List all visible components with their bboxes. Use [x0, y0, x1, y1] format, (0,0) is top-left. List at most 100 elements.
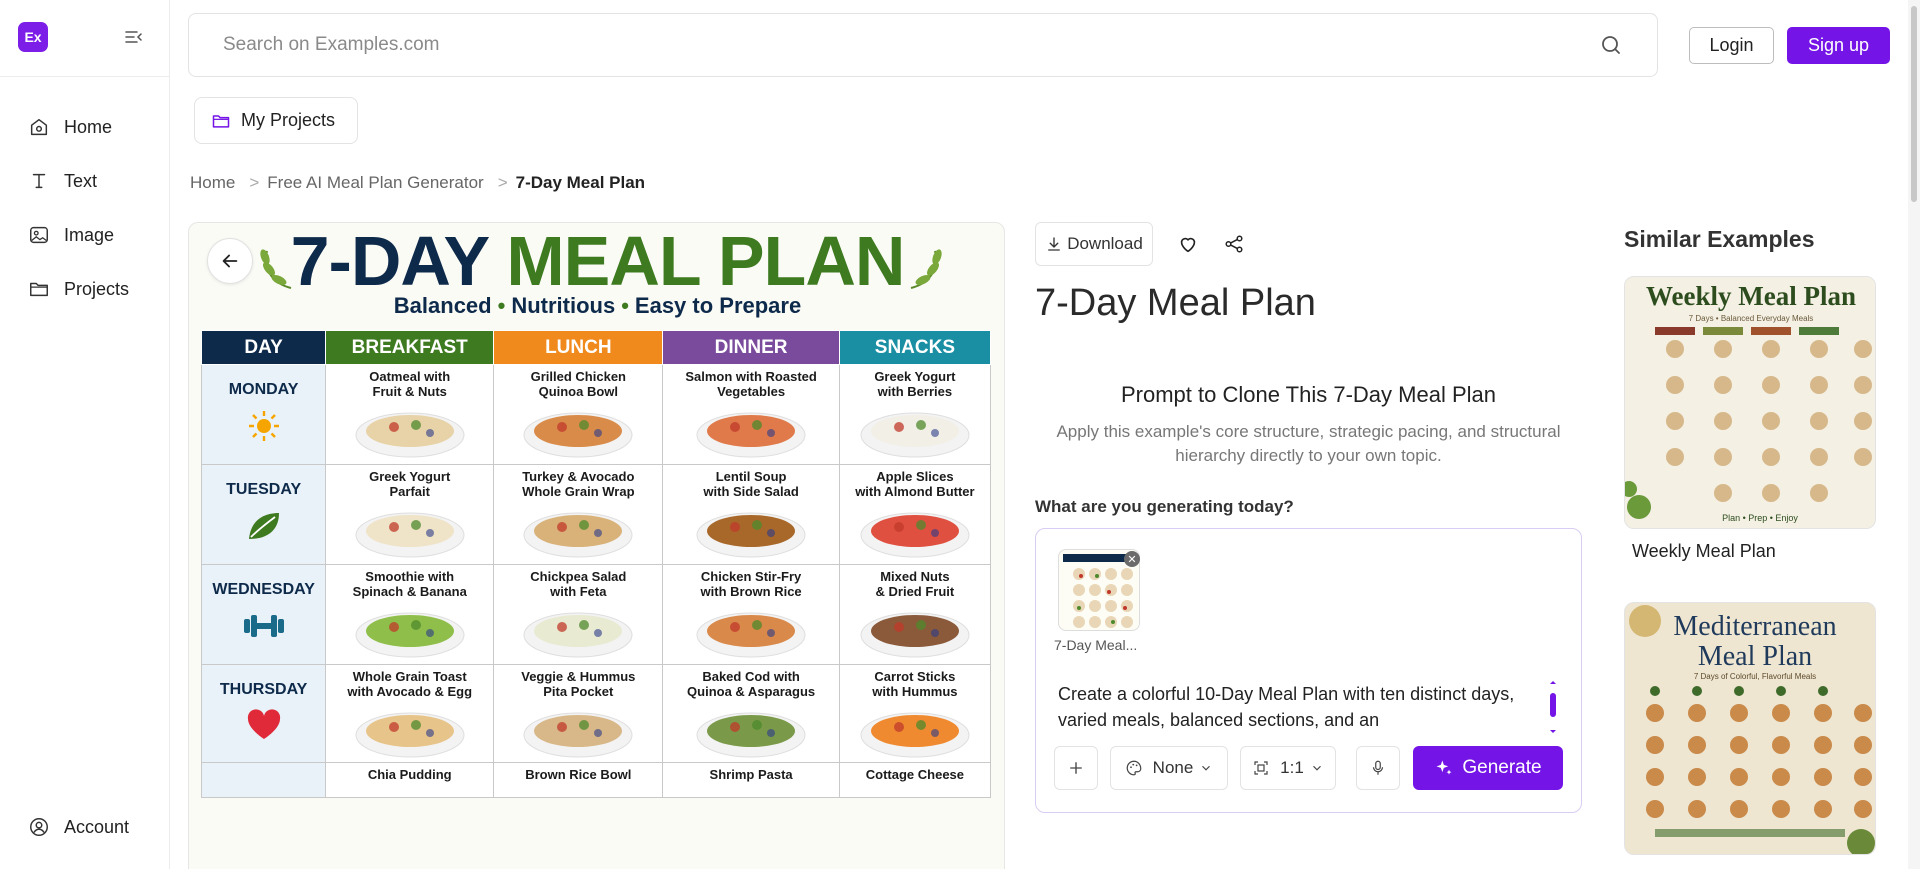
sidebar-divider: [0, 76, 170, 77]
meal-name: Greek Yogurt Parfait: [369, 469, 451, 499]
day-cell: WEDNESDAY: [200, 564, 327, 665]
sidebar: Ex Home Text Image Projects Account: [0, 0, 170, 869]
similar-example-card[interactable]: Weekly Meal Plan 7 Days • Balanced Every…: [1624, 276, 1876, 529]
aspect-ratio-select[interactable]: 1:1: [1240, 746, 1336, 790]
food-image: [840, 503, 990, 562]
prompt-heading: Prompt to Clone This 7-Day Meal Plan: [1121, 382, 1496, 407]
food-image: [663, 503, 838, 562]
meal-name: Apple Slices with Almond Butter: [855, 469, 975, 499]
remove-attachment-icon[interactable]: ✕: [1124, 551, 1140, 567]
food-image: [326, 403, 493, 462]
meal-name: Grilled Chicken Quinoa Bowl: [530, 369, 626, 399]
food-image: [663, 703, 838, 762]
meal-cell: Brown Rice Bowl: [493, 762, 664, 798]
food-image: [494, 703, 662, 762]
meal-cell: Smoothie with Spinach & Banana: [325, 564, 495, 665]
breadcrumb-meal-plan-generator[interactable]: Free AI Meal Plan Generator: [267, 173, 483, 193]
sidebar-item-text[interactable]: Text: [28, 154, 129, 208]
table-row: WEDNESDAY Smoothie with Spinach & Banana C…: [200, 564, 992, 665]
composer-toolbar: None 1:1: [1054, 746, 1412, 790]
palette-icon: [1126, 760, 1142, 776]
leaf-icon: [202, 509, 325, 548]
meal-cell: Mixed Nuts & Dried Fruit: [838, 564, 992, 665]
meal-cell: Chicken Stir-Fry with Brown Rice: [662, 564, 840, 665]
sidebar-item-home[interactable]: Home: [28, 100, 129, 154]
sun-icon: [202, 409, 325, 448]
prompt-description: Apply this example's core structure, str…: [1056, 422, 1561, 465]
style-select[interactable]: None: [1110, 746, 1228, 790]
heart-icon[interactable]: [1177, 233, 1199, 255]
plus-icon: [1070, 762, 1082, 774]
day-cell: [200, 762, 327, 798]
collapse-sidebar-icon[interactable]: [124, 27, 144, 47]
meal-name: Salmon with Roasted Vegetables: [685, 369, 817, 399]
food-image: [326, 703, 493, 762]
page-scrollbar[interactable]: [1908, 0, 1920, 869]
search-bar: [188, 13, 1658, 77]
meal-name: Turkey & Avocado Whole Grain Wrap: [522, 469, 635, 499]
food-image: [326, 603, 493, 662]
back-button[interactable]: [207, 238, 253, 284]
meal-cell: Turkey & Avocado Whole Grain Wrap: [493, 464, 664, 565]
voice-input-button[interactable]: [1356, 746, 1400, 790]
account-button[interactable]: Account: [28, 816, 129, 838]
sidebar-item-label: Home: [64, 116, 113, 137]
meal-name: Chicken Stir-Fry with Brown Rice: [700, 569, 802, 599]
page-scrollbar-thumb[interactable]: [1911, 6, 1917, 202]
prompt-textarea[interactable]: Create a colorful 10-Day Meal Plan with …: [1058, 681, 1548, 733]
meal-cell: Veggie & Hummus Pita Pocket: [493, 664, 664, 763]
similar-image-title: Weekly Meal Plan: [1646, 281, 1856, 311]
meal-name: Greek Yogurt with Berries: [874, 369, 956, 399]
similar-image-footer: Plan • Prep • Enjoy: [1722, 513, 1798, 523]
share-icon[interactable]: [1223, 233, 1245, 255]
detail-panel: Download 7-Day Meal Plan Prompt to Clone…: [1035, 222, 1582, 813]
meal-cell: Whole Grain Toast with Avocado & Egg: [325, 664, 495, 763]
download-button[interactable]: Download: [1035, 222, 1153, 266]
meal-cell: Grilled Chicken Quinoa Bowl: [493, 364, 664, 465]
add-button[interactable]: [1054, 746, 1098, 790]
breadcrumb-home[interactable]: Home: [190, 173, 235, 193]
breadcrumb-separator: >: [497, 173, 508, 192]
meal-name: Carrot Sticks with Hummus: [872, 669, 958, 699]
my-projects-label: My Projects: [241, 110, 336, 130]
login-button[interactable]: Login: [1689, 27, 1774, 64]
home-icon: [30, 118, 48, 136]
logo[interactable]: Ex: [18, 22, 48, 52]
table-row: MONDAY Oatmeal with Fruit & Nuts Grilled C…: [200, 364, 992, 465]
breadcrumb: Home > Free AI Meal Plan Generator > 7-D…: [190, 173, 645, 193]
download-label: Download: [1067, 234, 1143, 253]
day-cell: MONDAY: [200, 364, 327, 465]
style-value: None: [1152, 758, 1194, 777]
column-header: BREAKFAST: [325, 330, 495, 365]
food-image: [840, 703, 990, 762]
table-row: THURSDAY Whole Grain Toast with Avocado &…: [200, 664, 992, 763]
sidebar-item-projects[interactable]: Projects: [28, 262, 129, 316]
my-projects-button[interactable]: My Projects: [194, 97, 358, 144]
similar-image-subtitle: 7 Days of Colorful, Flavorful Meals: [1694, 672, 1816, 681]
food-image: [840, 603, 990, 662]
meal-cell: Carrot Sticks with Hummus: [838, 664, 992, 763]
signup-button[interactable]: Sign up: [1787, 27, 1890, 64]
meal-cell: Lentil Soup with Side Salad: [662, 464, 840, 565]
meal-plan-table: DAY BREAKFAST LUNCH DINNER SNACKS MONDAY Oatm…: [200, 330, 992, 798]
meal-cell: Chickpea Salad with Feta: [493, 564, 664, 665]
similar-example-label[interactable]: Weekly Meal Plan: [1632, 541, 1776, 562]
page-title: 7-Day Meal Plan: [1035, 282, 1316, 324]
sidebar-item-image[interactable]: Image: [28, 208, 129, 262]
aspect-ratio-icon: [1254, 761, 1268, 775]
search-icon[interactable]: [1599, 33, 1623, 57]
similar-image-title-line2: Meal Plan: [1698, 641, 1812, 672]
day-label: WEDNESDAY: [212, 581, 315, 598]
sidebar-item-label: Projects: [64, 278, 130, 299]
similar-example-image: Weekly Meal Plan 7 Days • Balanced Every…: [1625, 277, 1875, 528]
similar-image-title-line1: Mediterranean: [1673, 611, 1836, 642]
similar-example-card[interactable]: Mediterranean Meal Plan 7 Days of Colorf…: [1624, 602, 1876, 855]
sidebar-nav: Home Text Image Projects: [28, 100, 129, 316]
prompt-scrollbar[interactable]: [1548, 679, 1558, 735]
meal-name: Mixed Nuts & Dried Fruit: [875, 569, 955, 599]
microphone-icon: [1372, 760, 1384, 775]
scrollbar-thumb[interactable]: [1550, 693, 1556, 717]
generate-button[interactable]: Generate: [1413, 746, 1563, 790]
search-input[interactable]: [223, 34, 1599, 56]
breadcrumb-separator: >: [249, 173, 260, 192]
